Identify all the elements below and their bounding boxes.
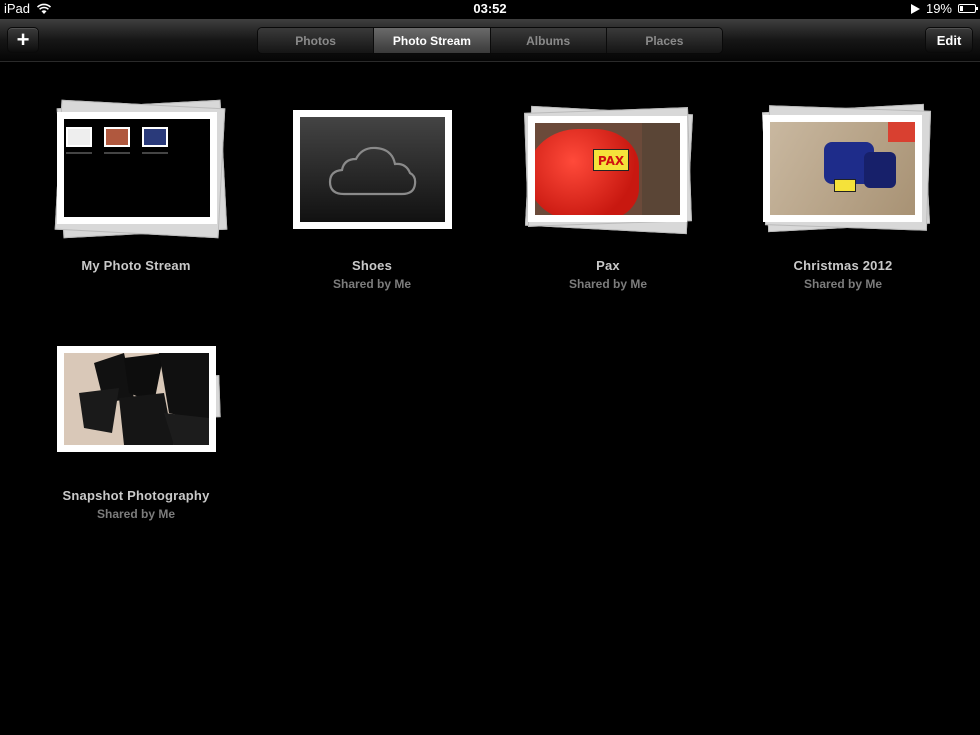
- stream-subtitle: Shared by Me: [332, 277, 412, 291]
- mini-photo: [104, 127, 130, 147]
- cover-image: [770, 122, 915, 215]
- pax-logo: [834, 179, 856, 192]
- stream-thumbnail-stack: [254, 98, 490, 238]
- stream-subtitle: Shared by Me: [803, 277, 883, 291]
- cover-image: PAX: [535, 123, 680, 215]
- stream-shoes[interactable]: Shoes Shared by Me: [254, 98, 490, 291]
- tab-albums[interactable]: Albums: [490, 28, 607, 53]
- cover-image: [64, 119, 210, 217]
- mini-caption: [104, 152, 130, 154]
- background-floor: [642, 123, 680, 215]
- view-segmented-control: Photos Photo Stream Albums Places: [257, 27, 723, 54]
- stream-cover: [763, 115, 922, 222]
- stream-thumbnail-stack: PAX: [490, 98, 726, 238]
- stream-christmas-2012[interactable]: Christmas 2012 Shared by Me: [725, 98, 961, 291]
- stream-title: Pax: [596, 258, 620, 273]
- stream-thumbnail-stack: [18, 328, 254, 468]
- red-item: [888, 122, 915, 142]
- stream-cover: [57, 112, 217, 224]
- stream-my-photo-stream[interactable]: My Photo Stream: [18, 98, 254, 273]
- mini-photo: [66, 127, 92, 147]
- stream-subtitle: Shared by Me: [96, 507, 176, 521]
- blue-bag-shape: [864, 152, 896, 188]
- toolbar: + Photos Photo Stream Albums Places Edit: [0, 19, 980, 62]
- photos-app-screen: iPad 03:52 19% + Photos Photo Stream Alb…: [0, 0, 980, 735]
- stream-thumbnail-stack: [725, 98, 961, 238]
- mini-caption: [142, 152, 168, 154]
- mini-photo: [142, 127, 168, 147]
- stream-title: Snapshot Photography: [62, 488, 210, 503]
- paper-art-image: [79, 353, 209, 445]
- tab-photos[interactable]: Photos: [258, 28, 375, 53]
- pax-logo: PAX: [593, 149, 629, 171]
- tab-places[interactable]: Places: [606, 28, 722, 53]
- stream-title: Shoes: [351, 258, 392, 273]
- cloud-icon: [328, 146, 417, 196]
- play-icon: [910, 3, 920, 14]
- battery-percent: 19%: [925, 1, 952, 16]
- add-button[interactable]: +: [7, 27, 39, 53]
- edit-button[interactable]: Edit: [925, 27, 973, 53]
- stream-title: Christmas 2012: [793, 258, 893, 273]
- battery-level: [960, 6, 963, 11]
- svg-text:PAX: PAX: [598, 154, 625, 168]
- status-bar: iPad 03:52 19%: [0, 0, 980, 19]
- stream-thumbnail-stack: [18, 98, 254, 239]
- status-time: 03:52: [473, 1, 507, 16]
- stream-snapshot-photography[interactable]: Snapshot Photography Shared by Me: [18, 328, 254, 521]
- cover-image: [64, 353, 209, 445]
- cover-image: [300, 117, 445, 222]
- stream-pax[interactable]: PAX Pax Shared by Me: [490, 98, 726, 291]
- tab-photo-stream[interactable]: Photo Stream: [374, 28, 491, 53]
- stream-title: My Photo Stream: [81, 258, 191, 273]
- mini-caption: [66, 152, 92, 154]
- status-right: 19%: [910, 1, 978, 16]
- stream-cover: PAX: [528, 116, 687, 222]
- battery-icon: [958, 4, 978, 13]
- stream-cover: [293, 110, 452, 229]
- stream-subtitle: Shared by Me: [568, 277, 648, 291]
- stream-cover: [57, 346, 216, 452]
